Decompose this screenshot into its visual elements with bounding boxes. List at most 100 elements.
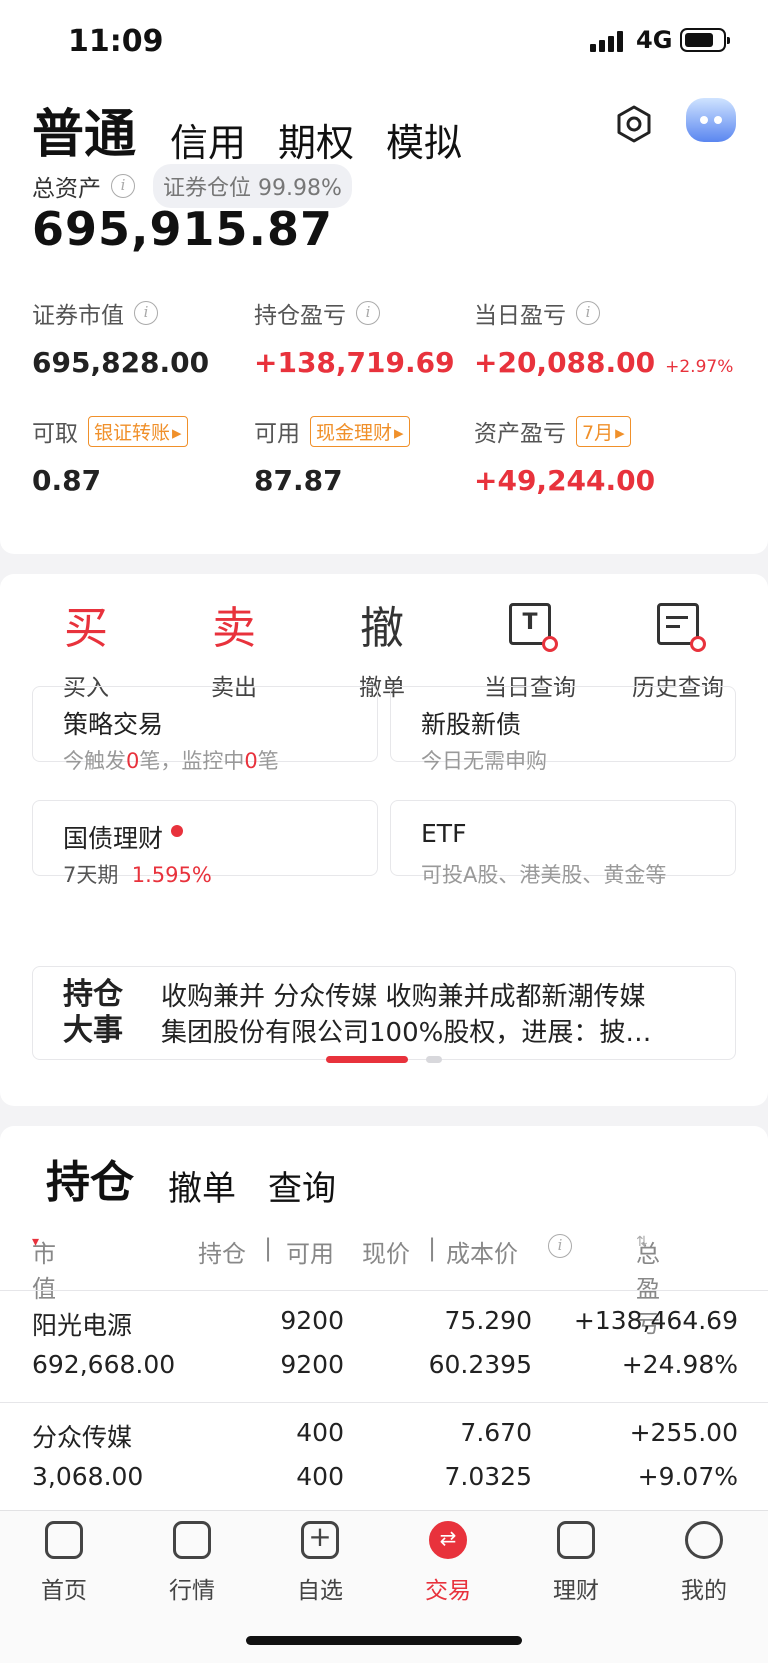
account-tabs: 普通 信用 期权 模拟 bbox=[32, 92, 494, 167]
info-icon[interactable]: i bbox=[576, 301, 600, 325]
asset-pl-label: 资产盈亏 bbox=[474, 421, 566, 447]
tab-query[interactable]: 查询 bbox=[268, 1161, 336, 1210]
available-cell: 可用现金理财 87.87 bbox=[254, 414, 484, 497]
nav-trade[interactable]: ⇄ 交易 bbox=[384, 1521, 512, 1605]
daily-pl-percent: +2.97% bbox=[665, 357, 734, 377]
stock-qty: 9200 bbox=[280, 1306, 344, 1335]
ipo-card[interactable]: 新股新债 今日无需申购 bbox=[390, 686, 736, 773]
info-icon[interactable]: i bbox=[548, 1234, 572, 1258]
nav-home-label: 首页 bbox=[41, 1578, 87, 1604]
tab-simulation[interactable]: 模拟 bbox=[386, 112, 462, 167]
nav-trade-label: 交易 bbox=[425, 1578, 471, 1604]
holding-row[interactable]: 阳光电源 692,668.00 9200 9200 75.290 60.2395… bbox=[0, 1302, 768, 1402]
nav-home[interactable]: 首页 bbox=[0, 1521, 128, 1605]
etf-card[interactable]: ETF 可投A股、港美股、黄金等 bbox=[390, 800, 736, 887]
available-value: 87.87 bbox=[254, 464, 343, 497]
stock-pl: +138,464.69 bbox=[573, 1306, 738, 1335]
today-query-icon: T bbox=[509, 603, 558, 652]
bond-title: 国债理财 bbox=[63, 824, 164, 853]
tab-normal[interactable]: 普通 bbox=[32, 92, 136, 167]
withdrawable-value: 0.87 bbox=[32, 464, 102, 497]
stock-name: 阳光电源 bbox=[32, 1311, 133, 1340]
stock-name: 分众传媒 bbox=[32, 1423, 133, 1452]
tab-holdings[interactable]: 持仓 bbox=[46, 1146, 134, 1210]
info-icon[interactable]: i bbox=[356, 301, 380, 325]
holding-news-title: 持仓 大事 bbox=[63, 977, 123, 1048]
available-label: 可用 bbox=[254, 421, 300, 447]
info-icon[interactable]: i bbox=[111, 174, 135, 198]
stock-market-value: 692,668.00 bbox=[32, 1350, 176, 1379]
etf-title: ETF bbox=[421, 819, 467, 848]
daily-pl-value: +20,088.00 bbox=[474, 346, 656, 379]
plus-icon: + bbox=[301, 1520, 339, 1559]
col-separator: | bbox=[428, 1234, 437, 1262]
stock-cost: 60.2395 bbox=[428, 1350, 532, 1379]
bond-rate: 1.595% bbox=[131, 863, 212, 887]
market-value-label: 证券市值 bbox=[32, 303, 124, 329]
stock-pl: +255.00 bbox=[629, 1418, 738, 1447]
holdings-header: 市值 ▾ 持仓 | 可用 现价 | 成本价 i 总盈亏 ⇅ bbox=[32, 1234, 660, 1338]
holding-row[interactable]: 分众传媒 3,068.00 400 400 7.670 7.0325 +255.… bbox=[0, 1414, 768, 1514]
strategy-trade-card[interactable]: 策略交易 今触发0笔，监控中0笔 bbox=[32, 686, 378, 773]
home-indicator bbox=[246, 1636, 522, 1645]
stock-available: 9200 bbox=[280, 1350, 344, 1379]
month-tag[interactable]: 7月 bbox=[576, 415, 631, 447]
total-asset-value: 695,915.87 bbox=[32, 202, 334, 256]
status-bar: 11:09 4G bbox=[0, 0, 768, 84]
withdrawable-label: 可取 bbox=[32, 421, 78, 447]
stock-available: 400 bbox=[296, 1462, 344, 1491]
history-query-icon bbox=[657, 603, 706, 652]
stock-pl-percent: +24.98% bbox=[621, 1350, 738, 1379]
tab-credit[interactable]: 信用 bbox=[170, 112, 246, 167]
nav-market[interactable]: 行情 bbox=[128, 1521, 256, 1605]
total-asset-label: 总资产 bbox=[32, 176, 101, 202]
notification-dot bbox=[171, 825, 184, 837]
asset-pl-value: +49,244.00 bbox=[474, 464, 656, 497]
nav-profile[interactable]: 我的 bbox=[640, 1521, 768, 1605]
stock-cost: 7.0325 bbox=[444, 1462, 532, 1491]
sell-icon: 卖 bbox=[212, 603, 256, 654]
stock-qty: 400 bbox=[296, 1418, 344, 1447]
ipo-status: 今日无需申购 bbox=[421, 749, 547, 773]
holding-news-text: 收购兼并 分众传媒 收购兼并成都新潮传媒 集团股份有限公司100%股权，进展：披… bbox=[161, 982, 652, 1048]
holding-pl-label: 持仓盈亏 bbox=[254, 303, 346, 329]
wallet-icon bbox=[557, 1521, 595, 1559]
chart-icon bbox=[173, 1521, 211, 1559]
divider bbox=[0, 1402, 768, 1403]
buy-icon: 买 bbox=[64, 603, 108, 654]
treasury-bond-card[interactable]: 国债理财 7天期 1.595% bbox=[32, 800, 378, 887]
stock-pl-percent: +9.07% bbox=[637, 1462, 738, 1491]
col-cost: 成本价 bbox=[446, 1240, 518, 1268]
nav-profile-label: 我的 bbox=[681, 1578, 727, 1604]
info-icon[interactable]: i bbox=[134, 301, 158, 325]
settings-icon[interactable] bbox=[614, 104, 654, 144]
network-label: 4G bbox=[636, 26, 673, 54]
holding-news-card[interactable]: 持仓 大事 收购兼并 分众传媒 收购兼并成都新潮传媒 集团股份有限公司100%股权，… bbox=[32, 966, 736, 1060]
asset-pl-cell: 资产盈亏 7月 +49,244.00 bbox=[474, 414, 744, 497]
strategy-status: 今触发0笔，监控中0笔 bbox=[63, 749, 279, 773]
assistant-robot-icon[interactable] bbox=[686, 98, 736, 142]
bank-transfer-tag[interactable]: 银证转账 bbox=[88, 415, 188, 447]
etf-desc: 可投A股、港美股、黄金等 bbox=[421, 863, 667, 887]
col-position: 持仓 bbox=[198, 1240, 246, 1268]
cash-management-tag[interactable]: 现金理财 bbox=[310, 415, 410, 447]
nav-watchlist[interactable]: + 自选 bbox=[256, 1520, 384, 1605]
signal-icon bbox=[590, 30, 623, 52]
divider bbox=[0, 1290, 768, 1291]
stock-price: 7.670 bbox=[460, 1418, 532, 1447]
nav-wealth[interactable]: 理财 bbox=[512, 1521, 640, 1605]
holding-pl-cell: 持仓盈亏 i +138,719.69 bbox=[254, 296, 484, 379]
page-indicator bbox=[426, 1056, 442, 1063]
status-time: 11:09 bbox=[68, 24, 164, 59]
nav-market-label: 行情 bbox=[169, 1578, 215, 1604]
battery-icon bbox=[680, 28, 730, 52]
ipo-title: 新股新债 bbox=[421, 710, 522, 739]
holdings-tabs: 持仓 撤单 查询 bbox=[46, 1146, 368, 1210]
tab-options[interactable]: 期权 bbox=[278, 112, 354, 167]
strategy-title: 策略交易 bbox=[63, 710, 164, 739]
daily-pl-cell: 当日盈亏 i +20,088.00 +2.97% bbox=[474, 296, 744, 379]
nav-wealth-label: 理财 bbox=[553, 1578, 599, 1604]
bond-period: 7天期 bbox=[63, 863, 119, 887]
cancel-order-icon: 撤 bbox=[360, 603, 404, 654]
tab-orders[interactable]: 撤单 bbox=[168, 1161, 236, 1210]
